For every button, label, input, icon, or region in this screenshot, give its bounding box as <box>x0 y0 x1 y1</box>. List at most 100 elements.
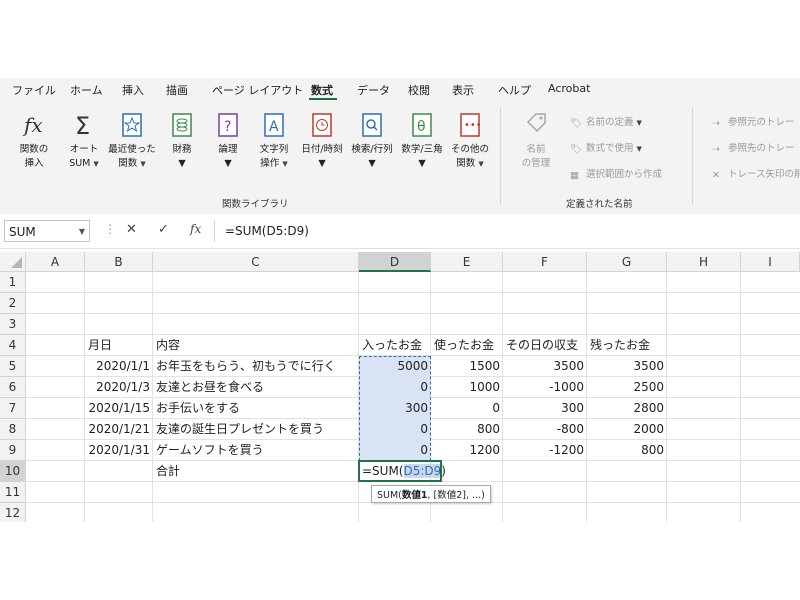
financial-button[interactable]: 財務 ▼ <box>156 110 208 170</box>
cell-content[interactable]: ゲームソフトを買う <box>153 440 359 461</box>
cell-total-label[interactable]: 合計 <box>153 461 359 482</box>
cell-date[interactable]: 2020/1/15 <box>85 398 153 419</box>
column-header-c[interactable]: C <box>153 252 359 272</box>
tab-insert[interactable]: 挿入 <box>122 82 144 98</box>
row-header-2[interactable]: 2 <box>0 293 26 314</box>
tab-review[interactable]: 校閲 <box>408 82 430 98</box>
chevron-down-icon: ▼ <box>93 160 99 168</box>
cell-expense[interactable]: 1500 <box>431 356 503 377</box>
cell-expense[interactable]: 0 <box>431 398 503 419</box>
recent-functions-button[interactable]: 最近使った 関数 ▼ <box>106 110 158 170</box>
header-cell-income[interactable]: 入ったお金 <box>359 335 431 356</box>
name-box[interactable]: SUM ▼ <box>4 220 90 242</box>
cell-balance[interactable]: 3500 <box>503 356 587 377</box>
cell-date[interactable]: 2020/1/31 <box>85 440 153 461</box>
cell-balance[interactable]: -1000 <box>503 377 587 398</box>
lookup-button[interactable]: 検索/行列 ▼ <box>346 110 398 170</box>
column-header-a[interactable]: A <box>26 252 85 272</box>
insert-function-fx-button[interactable]: fx <box>190 222 201 236</box>
excel-window: ファイル ホーム 挿入 描画 ページ レイアウト 数式 データ 校閲 表示 ヘル… <box>0 78 800 522</box>
math-label: 数学/三角 <box>401 144 443 155</box>
cell-remaining[interactable]: 2500 <box>587 377 667 398</box>
cell-date[interactable]: 2020/1/21 <box>85 419 153 440</box>
column-header-f[interactable]: F <box>503 252 587 272</box>
insert-function-label-1: 関数の <box>19 144 49 155</box>
autosum-label-2: SUM ▼ <box>69 158 99 169</box>
row-header-5[interactable]: 5 <box>0 356 26 377</box>
cell-remaining[interactable]: 3500 <box>587 356 667 377</box>
column-header-d[interactable]: D <box>359 252 431 272</box>
cell-remaining[interactable]: 2000 <box>587 419 667 440</box>
tab-view[interactable]: 表示 <box>452 82 474 98</box>
text-functions-button[interactable]: A 文字列 操作 ▼ <box>248 110 300 170</box>
cell-balance[interactable]: -1200 <box>503 440 587 461</box>
row-header-6[interactable]: 6 <box>0 377 26 398</box>
row-header-8[interactable]: 8 <box>0 419 26 440</box>
active-cell-cursor[interactable] <box>358 460 442 482</box>
row-header-4[interactable]: 4 <box>0 335 26 356</box>
tab-help[interactable]: ヘルプ <box>498 82 531 98</box>
datetime-button[interactable]: 日付/時刻 ▼ <box>296 110 348 170</box>
select-all-triangle-icon <box>11 257 22 268</box>
group-label-function-library: 関数ライブラリ <box>222 199 289 210</box>
recent-label-1: 最近使った <box>108 144 156 155</box>
tab-data[interactable]: データ <box>357 82 390 98</box>
trace-precedents-button[interactable]: ⇢ 参照元のトレー <box>712 114 795 129</box>
column-header-e[interactable]: E <box>431 252 503 272</box>
formula-input[interactable]: =SUM(D5:D9) <box>214 220 800 242</box>
more-functions-button[interactable]: ••• その他の 関数 ▼ <box>444 110 496 170</box>
header-cell-expense[interactable]: 使ったお金 <box>431 335 503 356</box>
tab-draw[interactable]: 描画 <box>166 82 188 98</box>
header-cell-remaining[interactable]: 残ったお金 <box>587 335 667 356</box>
row-header-9[interactable]: 9 <box>0 440 26 461</box>
dots-book-icon: ••• <box>460 113 482 137</box>
header-cell-content[interactable]: 内容 <box>153 335 359 356</box>
remove-arrows-button[interactable]: ✕ トレース矢印の削 <box>712 166 800 181</box>
cell-content[interactable]: お手伝いをする <box>153 398 359 419</box>
tab-file[interactable]: ファイル <box>12 82 56 98</box>
cell-date[interactable]: 2020/1/1 <box>85 356 153 377</box>
row-header-11[interactable]: 11 <box>0 482 26 503</box>
cancel-button[interactable]: ✕ <box>126 222 137 237</box>
row-header-12[interactable]: 12 <box>0 503 26 522</box>
select-all-button[interactable] <box>0 252 26 272</box>
enter-button[interactable]: ✓ <box>158 222 169 237</box>
trace-dependents-button[interactable]: ⇢ 参照先のトレー <box>712 140 795 155</box>
cell-date[interactable]: 2020/1/3 <box>85 377 153 398</box>
column-header-i[interactable]: I <box>741 252 800 272</box>
name-manager-button[interactable]: 名前 の管理 <box>510 110 562 170</box>
create-from-selection-button[interactable]: ▦ 選択範囲から作成 <box>570 166 662 181</box>
tab-page-layout[interactable]: ページ レイアウト <box>212 82 303 98</box>
row-header-1[interactable]: 1 <box>0 272 26 293</box>
fx-icon: fx <box>22 113 43 137</box>
insert-function-button[interactable]: fx 関数の 挿入 <box>8 110 60 170</box>
cell-remaining[interactable]: 2800 <box>587 398 667 419</box>
use-in-formula-button[interactable]: 🏷 数式で使用 ▼ <box>570 140 642 155</box>
column-header-h[interactable]: H <box>667 252 741 272</box>
cell-content[interactable]: 友達とお昼を食べる <box>153 377 359 398</box>
math-trig-button[interactable]: θ 数学/三角 ▼ <box>396 110 448 170</box>
logical-button[interactable]: ? 論理 ▼ <box>202 110 254 170</box>
tab-acrobat[interactable]: Acrobat <box>548 82 590 95</box>
header-cell-balance[interactable]: その日の収支 <box>503 335 587 356</box>
cell-expense[interactable]: 800 <box>431 419 503 440</box>
cell-content[interactable]: お年玉をもらう、初もうでに行く <box>153 356 359 377</box>
autosum-button[interactable]: Σ オート SUM ▼ <box>58 110 110 170</box>
row-header-7[interactable]: 7 <box>0 398 26 419</box>
row-header-10[interactable]: 10 <box>0 461 26 482</box>
column-header-g[interactable]: G <box>587 252 667 272</box>
tab-home[interactable]: ホーム <box>70 82 103 98</box>
cell-balance[interactable]: 300 <box>503 398 587 419</box>
cell-balance[interactable]: -800 <box>503 419 587 440</box>
row-header-3[interactable]: 3 <box>0 314 26 335</box>
group-separator <box>500 108 501 204</box>
column-header-b[interactable]: B <box>85 252 153 272</box>
define-name-button[interactable]: 🏷 名前の定義 ▼ <box>570 114 642 129</box>
cell-content[interactable]: 友達の誕生日プレゼントを買う <box>153 419 359 440</box>
cell-expense[interactable]: 1000 <box>431 377 503 398</box>
chevron-down-icon[interactable]: ▼ <box>79 221 85 243</box>
cell-expense[interactable]: 1200 <box>431 440 503 461</box>
cell-remaining[interactable]: 800 <box>587 440 667 461</box>
header-cell-date[interactable]: 月日 <box>85 335 153 356</box>
tab-formulas[interactable]: 数式 <box>311 82 333 98</box>
